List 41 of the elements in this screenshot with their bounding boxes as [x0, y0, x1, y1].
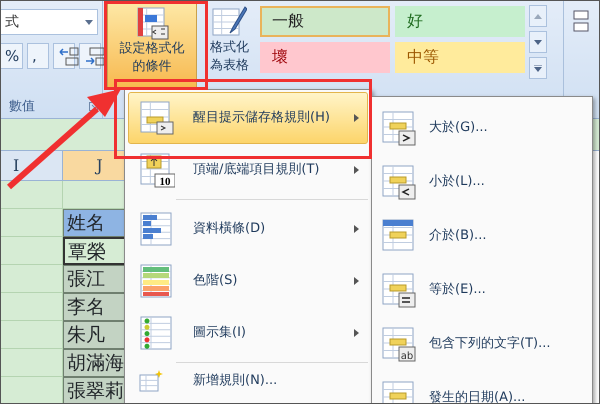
submenu-item[interactable]: 大於(G)... [375, 101, 589, 155]
sheet-cell [1, 265, 63, 293]
format-dropdown[interactable]: 式 [1, 9, 98, 35]
cell-style-option[interactable]: 中等 [394, 42, 525, 73]
menu-item[interactable]: 10 頂端/底端項目規則(T) [128, 144, 368, 196]
menu-item[interactable]: 醒目提示儲存格規則(H) [128, 92, 368, 144]
decrease-decimal-button[interactable] [79, 43, 101, 69]
submenu-item[interactable]: 等於(E)... [375, 263, 589, 317]
sheet-cell [1, 237, 63, 265]
conditional-formatting-button[interactable]: 設定格式化的條件 [107, 1, 197, 89]
percent-button[interactable]: % [1, 43, 23, 69]
up-arrow-icon [534, 12, 542, 20]
sheet-cell [1, 293, 63, 321]
equal-rule-icon [381, 272, 417, 308]
new-rule-icon [139, 370, 164, 392]
cell-style-option[interactable]: 一般 [260, 6, 390, 37]
cell-style-option[interactable]: 好 [394, 6, 525, 37]
sheet-cell [1, 321, 63, 349]
sheet-cell [1, 209, 63, 237]
sheet-cell [1, 377, 63, 403]
scroll-down-button[interactable] [528, 31, 547, 53]
column-header[interactable]: J [63, 151, 125, 181]
decimal-icon [84, 46, 106, 66]
caret-icon [85, 20, 93, 24]
less-than-rule-icon [381, 164, 417, 200]
format-as-table-button[interactable]: 格式化為表格 [196, 1, 256, 89]
more-icon [534, 64, 542, 72]
decimal-icon [58, 46, 80, 66]
down-arrow-icon [534, 38, 542, 46]
submenu-item[interactable]: 小於(L)... [375, 155, 589, 209]
group-label: 數值 [9, 98, 35, 116]
greater-than-rule-icon [381, 110, 417, 146]
more-button[interactable] [528, 57, 547, 79]
highlight-rules-icon [139, 100, 175, 136]
comma-button[interactable]: , [27, 43, 49, 69]
submenu-item[interactable]: 發生的日期(A)... [375, 371, 589, 403]
cell-style-option[interactable]: 壞 [260, 42, 390, 73]
submenu-item[interactable]: 介於(B)... [375, 209, 589, 263]
sheet-cell [1, 181, 63, 209]
sheet-cell [1, 349, 63, 377]
submenu-item[interactable]: ab 包含下列的文字(T)... [375, 317, 589, 371]
